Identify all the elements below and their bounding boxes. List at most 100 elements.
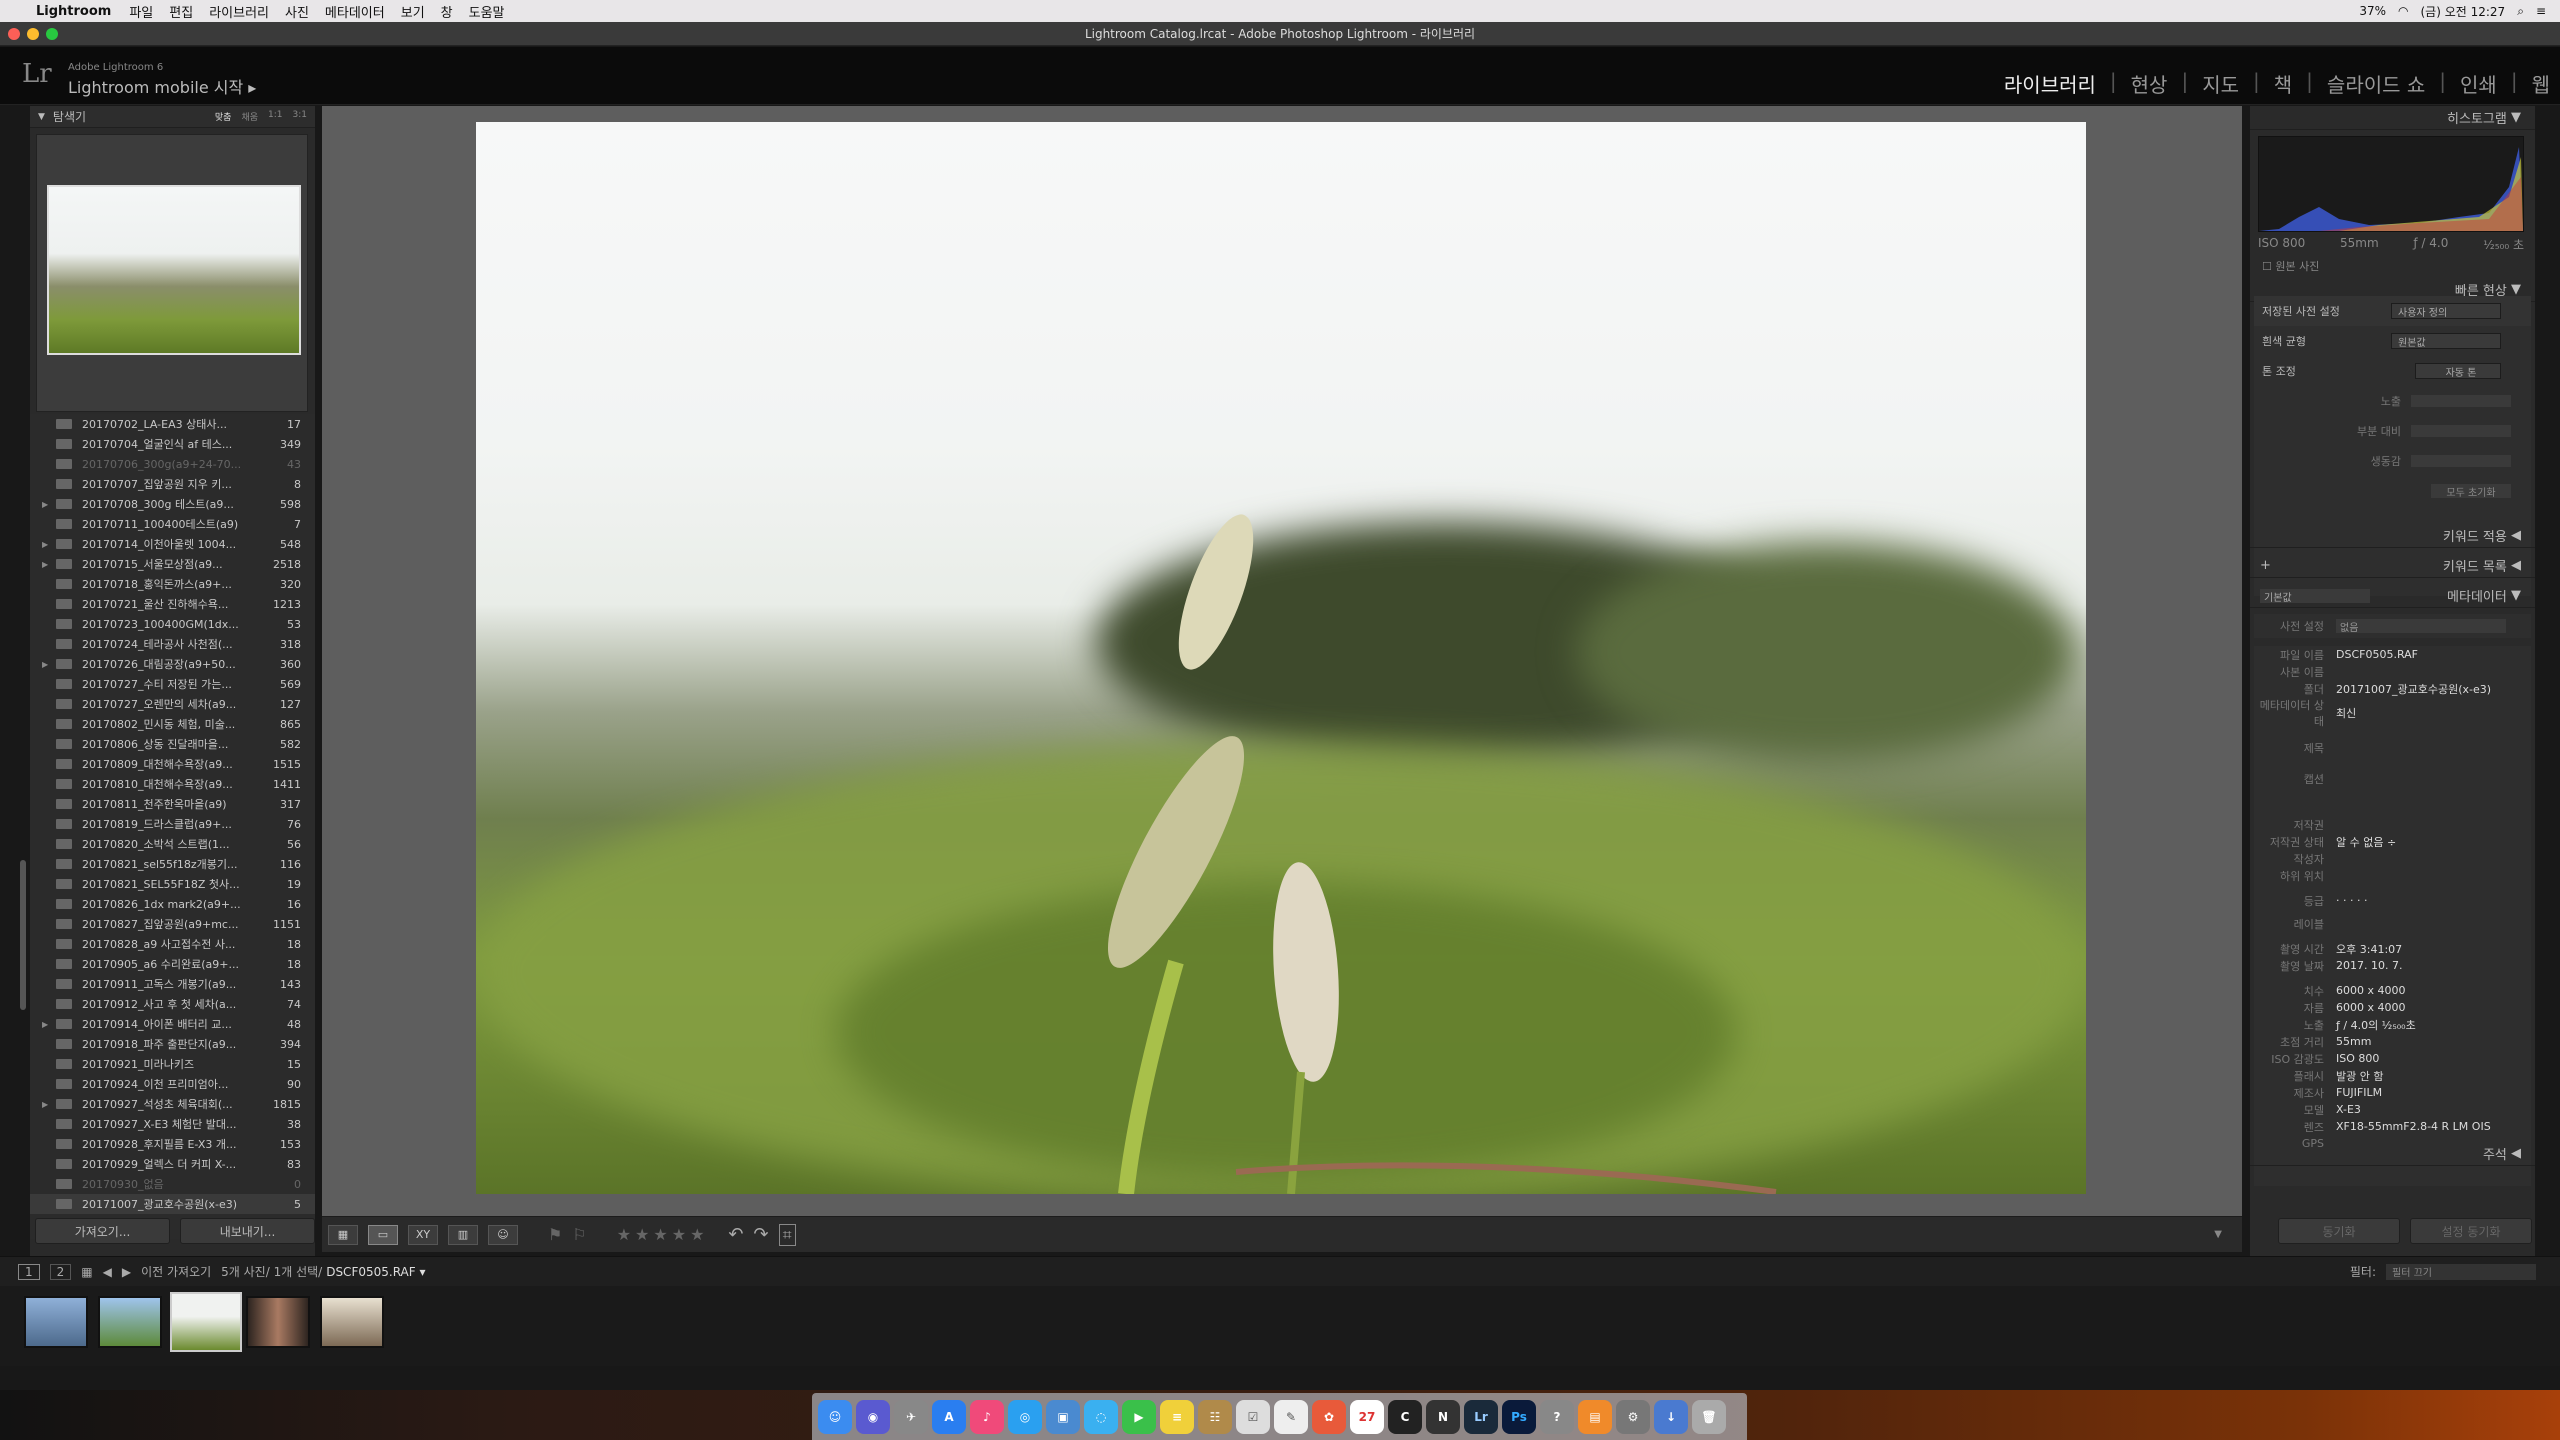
textedit-icon[interactable]: ✎ <box>1274 1399 1308 1434</box>
main-photo[interactable] <box>476 122 2086 1194</box>
photos-icon[interactable]: ✿ <box>1312 1399 1346 1434</box>
rotate-right-icon[interactable]: ↷ <box>754 1224 769 1245</box>
notification-icon[interactable]: ≡ <box>2536 4 2546 18</box>
page-1-button[interactable]: 1 <box>18 1263 40 1280</box>
expand-triangle-icon[interactable]: ▶ <box>42 660 56 669</box>
left-scrollbar[interactable] <box>20 860 26 1010</box>
folder-row[interactable]: 20170927_X-E3 체험단 발대... 38 <box>30 1114 315 1134</box>
folder-row[interactable]: 20170718_홍익돈까스(a9+... 320 <box>30 574 315 594</box>
sync-button[interactable]: 동기화 <box>2278 1218 2400 1244</box>
reject-flag-icon[interactable]: ⚐ <box>572 1225 586 1244</box>
battery-percent[interactable]: 37% <box>2359 4 2386 18</box>
collapse-triangle-icon[interactable]: ▼ <box>38 112 45 122</box>
crop-icon[interactable]: ⌗ <box>778 1223 796 1246</box>
zoom-fit[interactable]: 맞춤 <box>215 110 232 123</box>
folder-row[interactable]: 20170826_1dx mark2(a9+... 16 <box>30 894 315 914</box>
module-map[interactable]: 지도 <box>2202 69 2239 98</box>
folder-row[interactable]: ▶ 20170927_석성초 체육대회(... 1815 <box>30 1094 315 1114</box>
folder-row[interactable]: 20170821_SEL55F18Z 첫사... 19 <box>30 874 315 894</box>
folder-row[interactable]: 20170711_100400테스트(a9) 7 <box>30 514 315 534</box>
metadata-preset-select[interactable]: 기본값 <box>2260 588 2370 604</box>
zoom-window-button[interactable] <box>46 28 58 40</box>
folder-row[interactable]: 20170828_a9 사고접수전 사... 18 <box>30 934 315 954</box>
folder-row[interactable]: 20170918_파주 출판단지(a9... 394 <box>30 1034 315 1054</box>
menu-window[interactable]: 창 <box>441 2 453 21</box>
module-print[interactable]: 인쇄 <box>2460 69 2497 98</box>
mobile-start-link[interactable]: Lightroom mobile 시작 ▸ <box>68 74 256 98</box>
import-button[interactable]: 가져오기... <box>35 1218 170 1244</box>
menu-metadata[interactable]: 메타데이터 <box>325 2 385 21</box>
rating-stars[interactable]: ★★★★★ <box>617 1225 709 1244</box>
menu-view[interactable]: 보기 <box>401 2 425 21</box>
metadata-value[interactable]: ƒ / 4.0의 ¹⁄₂₅₀₀초 <box>2336 1017 2416 1033</box>
folder-row[interactable]: ▶ 20170708_300g 테스트(a9... 598 <box>30 494 315 514</box>
spotlight-icon[interactable]: ⌕ <box>2517 4 2524 19</box>
module-slideshow[interactable]: 슬라이드 쇼 <box>2327 69 2425 98</box>
system-preferences-icon[interactable]: ⚙ <box>1616 1399 1650 1434</box>
itunes-icon[interactable]: ♪ <box>970 1399 1004 1434</box>
ibooks-icon[interactable]: ▤ <box>1578 1399 1612 1434</box>
metadata-value[interactable]: 최신 <box>2336 705 2356 721</box>
folder-row[interactable]: 20170827_집앞공원(a9+mc... 1151 <box>30 914 315 934</box>
filmstrip-thumb[interactable] <box>320 1296 384 1348</box>
folder-row[interactable]: 20170930_없음 0 <box>30 1174 315 1194</box>
finder-icon[interactable]: ☺ <box>818 1399 852 1434</box>
metadata-value[interactable]: ISO 800 <box>2336 1052 2379 1065</box>
metadata-header[interactable]: 기본값 메타데이터 ▼ <box>2250 584 2535 608</box>
keywording-header[interactable]: 키워드 적용 ◀ <box>2250 524 2535 548</box>
back-arrow-icon[interactable]: ◀ <box>103 1265 112 1279</box>
messages-icon[interactable]: ◌ <box>1084 1399 1118 1434</box>
module-develop[interactable]: 현상 <box>2131 69 2168 98</box>
trash-icon[interactable]: 🗑 <box>1692 1399 1726 1434</box>
launchpad-icon[interactable]: ✈ <box>894 1399 928 1434</box>
zoom-3-1[interactable]: 3:1 <box>293 110 307 123</box>
folder-row[interactable]: ▶ 20170726_대림공장(a9+50... 360 <box>30 654 315 674</box>
folder-row[interactable]: 20170809_대천해수욕장(a9... 1515 <box>30 754 315 774</box>
metadata-value[interactable]: FUJIFILM <box>2336 1086 2382 1099</box>
lightroom-icon[interactable]: Lr <box>1464 1399 1498 1434</box>
siri-icon[interactable]: ◉ <box>856 1399 890 1434</box>
loupe-view-icon[interactable]: ▭ <box>368 1224 398 1245</box>
expand-triangle-icon[interactable]: ▶ <box>42 560 56 569</box>
menu-file[interactable]: 파일 <box>129 2 153 21</box>
folder-row[interactable]: 20170924_이천 프리미엄아... 90 <box>30 1074 315 1094</box>
photoshop-icon[interactable]: Ps <box>1502 1399 1536 1434</box>
folder-row[interactable]: 20171007_광교호수공원(x-e3) 5 <box>30 1194 315 1214</box>
white-balance-select[interactable]: 원본값 <box>2391 333 2501 349</box>
metadata-value[interactable]: · · · · · <box>2336 894 2367 907</box>
folder-row[interactable]: 20170820_소박석 스트랩(1... 56 <box>30 834 315 854</box>
metadata-value[interactable]: 오후 3:41:07 <box>2336 941 2402 957</box>
clock[interactable]: (금) 오전 12:27 <box>2421 3 2506 20</box>
module-web[interactable]: 웹 <box>2532 69 2550 98</box>
clarity-buttons[interactable] <box>2411 425 2511 437</box>
calendar-icon[interactable]: 27 <box>1350 1399 1384 1434</box>
minimize-window-button[interactable] <box>27 28 39 40</box>
metadata-value[interactable]: 6000 x 4000 <box>2336 1001 2406 1014</box>
preview-icon[interactable]: ▣ <box>1046 1399 1080 1434</box>
folder-row[interactable]: 20170707_집앞공원 지우 키... 8 <box>30 474 315 494</box>
survey-view-icon[interactable]: ▥ <box>448 1224 478 1245</box>
expand-triangle-icon[interactable]: ▶ <box>42 1100 56 1109</box>
folder-row[interactable]: 20170928_후지필름 E-X3 개... 153 <box>30 1134 315 1154</box>
menu-help[interactable]: 도움말 <box>469 2 505 21</box>
histogram-header[interactable]: 히스토그램 ▼ <box>2250 106 2535 130</box>
navigator-thumbnail[interactable] <box>47 185 301 355</box>
menu-photo[interactable]: 사진 <box>285 2 309 21</box>
vibrance-buttons[interactable] <box>2411 455 2511 467</box>
comments-header[interactable]: 주석 ◀ <box>2250 1142 2535 1166</box>
notes-icon[interactable]: ≡ <box>1160 1399 1194 1434</box>
reset-all-button[interactable]: 모두 초기화 <box>2431 484 2511 499</box>
rotate-left-icon[interactable]: ↶ <box>728 1224 743 1245</box>
folder-row[interactable]: 20170721_울산 진하해수욕... 1213 <box>30 594 315 614</box>
module-book[interactable]: 책 <box>2274 69 2292 98</box>
metadata-preset-value[interactable]: 없음 <box>2336 619 2506 634</box>
export-button[interactable]: 내보내기... <box>180 1218 315 1244</box>
wifi-icon[interactable]: ◠ <box>2398 4 2408 18</box>
metadata-value[interactable]: 2017. 10. 7. <box>2336 959 2402 972</box>
folder-row[interactable]: 20170806_상동 진달래마을... 582 <box>30 734 315 754</box>
sync-settings-button[interactable]: 설정 동기화 <box>2410 1218 2532 1244</box>
expand-triangle-icon[interactable]: ▶ <box>42 540 56 549</box>
module-library[interactable]: 라이브러리 <box>2004 69 2096 98</box>
folder-row[interactable]: ▶ 20170914_아이폰 배터리 교... 48 <box>30 1014 315 1034</box>
people-view-icon[interactable]: ☺ <box>488 1224 518 1245</box>
